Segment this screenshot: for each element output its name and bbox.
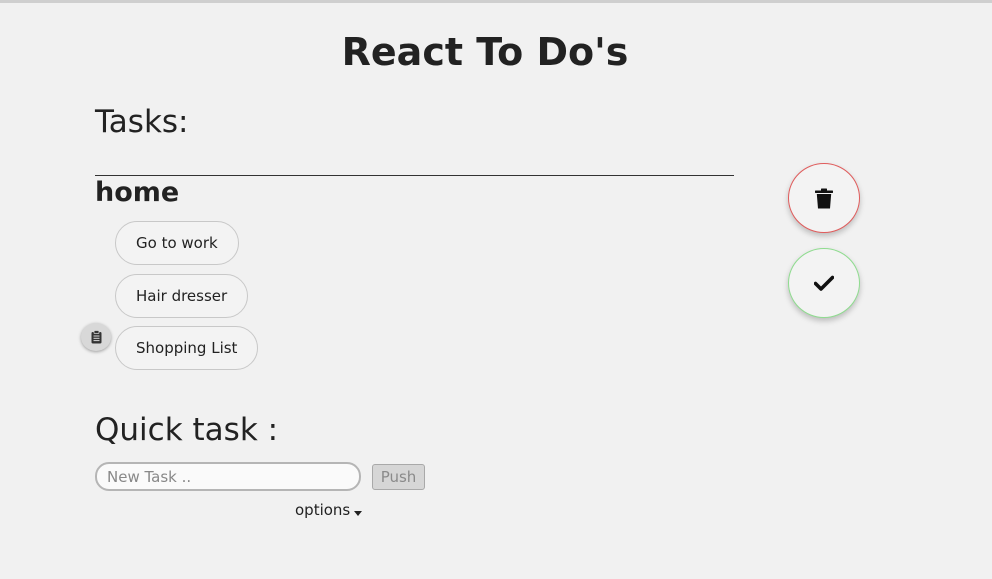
clipboard-icon [91, 330, 101, 344]
clipboard-button[interactable] [81, 323, 111, 351]
task-item[interactable]: Shopping List [115, 326, 259, 370]
tasks-divider [95, 175, 734, 176]
quick-task-heading: Quick task : [95, 412, 279, 448]
app-title: React To Do's [341, 30, 629, 74]
options-dropdown[interactable]: options [295, 501, 363, 519]
trash-icon [815, 188, 833, 208]
push-button[interactable]: Push [372, 464, 425, 490]
delete-button[interactable] [788, 163, 860, 233]
task-item[interactable]: Hair dresser [115, 274, 249, 318]
new-task-input[interactable] [95, 462, 361, 491]
task-item[interactable]: Go to work [115, 221, 239, 265]
complete-button[interactable] [788, 248, 860, 318]
check-icon [814, 275, 834, 291]
category-title: home [95, 177, 180, 208]
caret-down-icon [354, 510, 363, 516]
window-top-border [0, 0, 992, 3]
tasks-heading: Tasks: [95, 104, 189, 140]
options-label: options [295, 501, 351, 519]
